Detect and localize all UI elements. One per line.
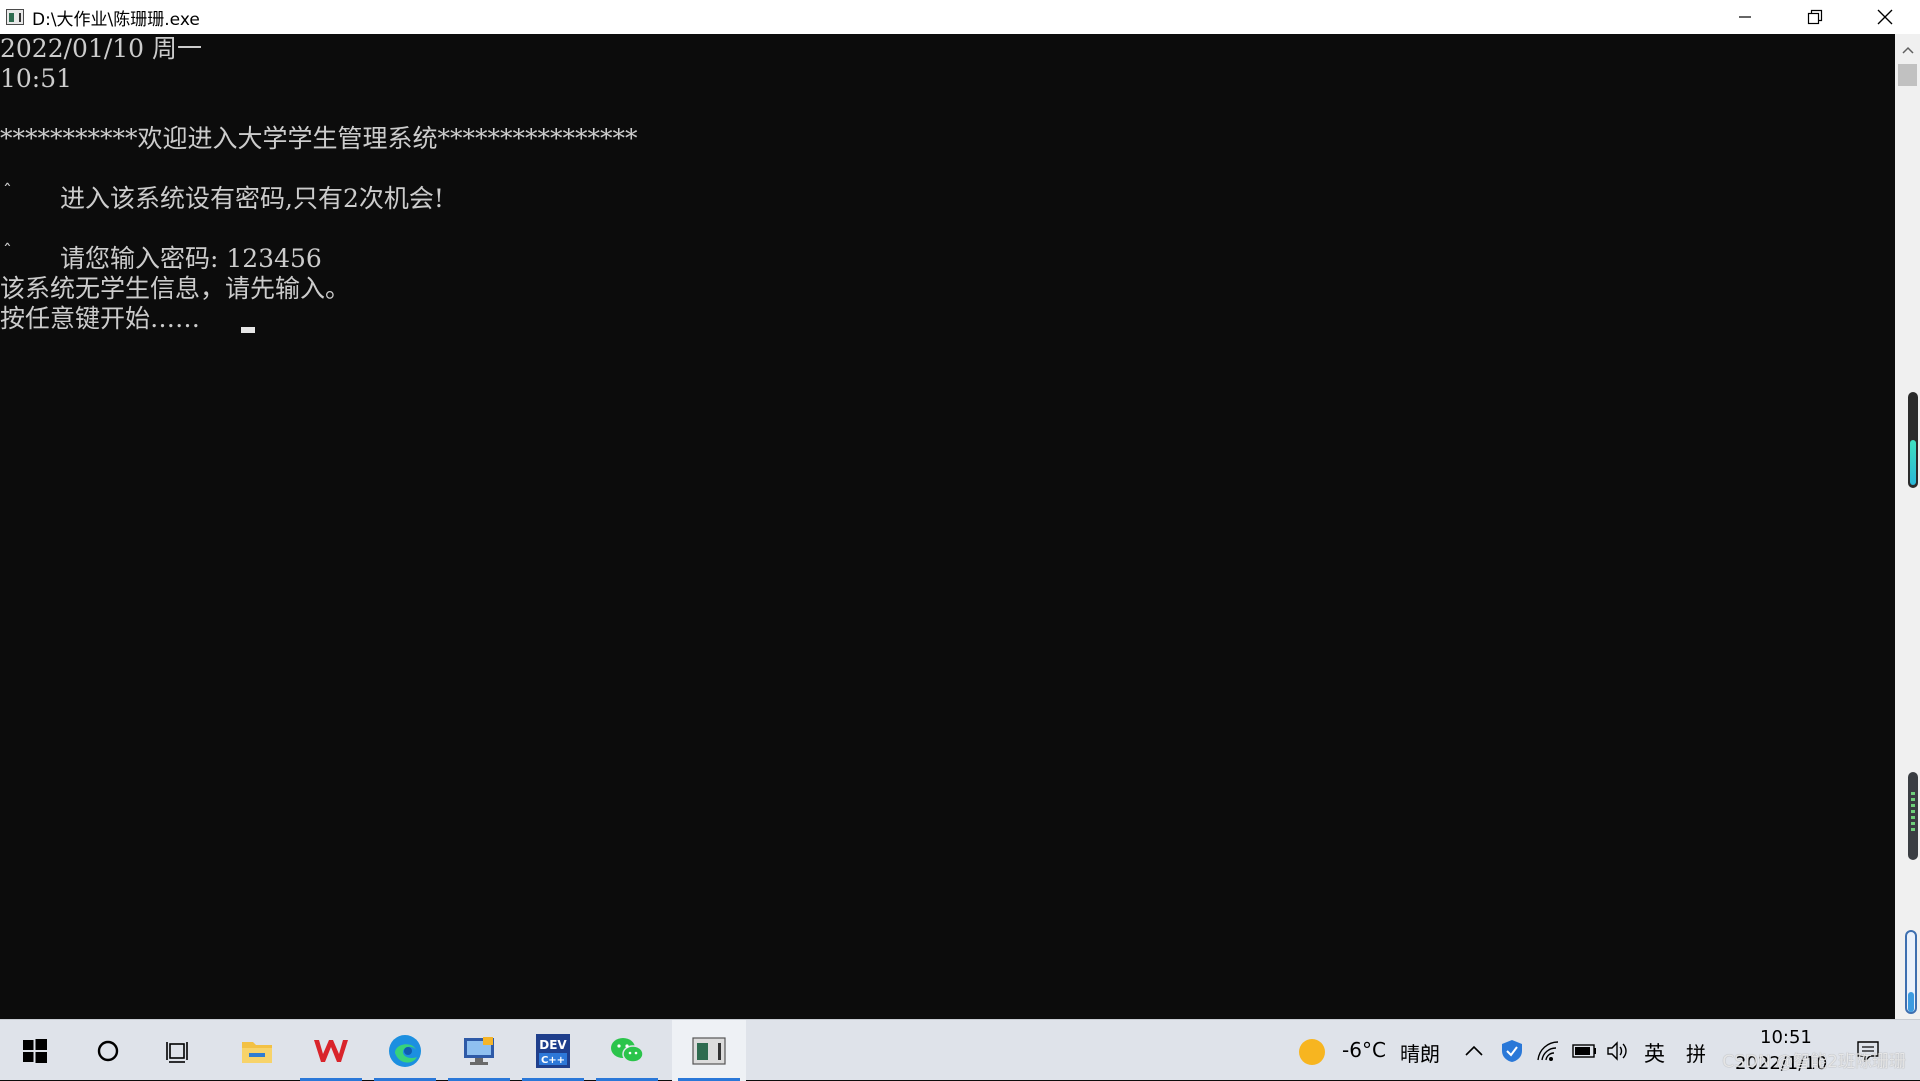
wechat-icon xyxy=(611,1037,644,1063)
console-line-welcome: ***********欢迎进入大学学生管理系统**************** xyxy=(0,124,638,153)
task-view-icon xyxy=(166,1041,188,1063)
restore-icon xyxy=(1807,9,1823,25)
text-cursor xyxy=(241,327,255,333)
close-icon xyxy=(1877,9,1893,25)
minimize-icon xyxy=(1739,16,1751,18)
taskbar-edge[interactable] xyxy=(368,1020,442,1081)
svg-text:DEV: DEV xyxy=(539,1038,567,1052)
computer-icon xyxy=(464,1036,494,1065)
battery-icon xyxy=(1572,1044,1596,1058)
console-line-press-any-key: 按任意键开始…… xyxy=(0,304,201,333)
edge-widget-bars xyxy=(1908,772,1918,860)
console-line-password-notice: 进入该系统设有密码,只有2次机会! xyxy=(60,184,444,213)
console-app-icon xyxy=(6,9,24,25)
taskbar-wechat[interactable] xyxy=(590,1020,664,1081)
show-hidden-icons-button[interactable] xyxy=(1462,1039,1486,1063)
taskbar-remote-desktop[interactable] xyxy=(442,1020,516,1081)
console-line-password-input: 请您输入密码: 123456 xyxy=(60,244,322,273)
console-line-date: 2022/01/10 周一 xyxy=(0,34,203,63)
prompt-mark: ˆ xyxy=(2,181,13,202)
prompt-mark: ˆ xyxy=(2,241,13,262)
wps-icon xyxy=(314,1039,348,1062)
weather-widget[interactable] xyxy=(1298,1038,1326,1066)
window-title: D:\大作业\陈珊珊.exe xyxy=(32,9,200,30)
taskbar-file-explorer[interactable] xyxy=(220,1020,294,1081)
thermometer-fill xyxy=(1908,992,1914,1012)
vertical-scrollbar[interactable] xyxy=(1895,34,1920,1019)
security-tray-button[interactable] xyxy=(1500,1039,1524,1063)
taskbar: DEV C++ -6°C 晴朗 英 拼 10:51 2022/1/10 xyxy=(0,1019,1920,1081)
taskbar-console-app[interactable] xyxy=(672,1020,746,1081)
wifi-icon xyxy=(1537,1041,1559,1061)
scroll-thumb[interactable] xyxy=(1898,64,1917,86)
edge-icon xyxy=(389,1034,421,1067)
thermometer-widget xyxy=(1905,930,1917,1014)
volume-tray-button[interactable] xyxy=(1606,1039,1630,1063)
restore-button[interactable] xyxy=(1780,0,1850,34)
ime-mode-indicator[interactable]: 拼 xyxy=(1686,1038,1706,1067)
console-app-icon xyxy=(692,1036,726,1065)
meter-fill xyxy=(1910,440,1916,485)
scroll-up-button[interactable] xyxy=(1895,38,1920,62)
dev-cpp-icon: DEV C++ xyxy=(536,1033,570,1068)
console-output[interactable]: 2022/01/10 周一 10:51 ***********欢迎进入大学学生管… xyxy=(0,34,1895,1019)
folder-icon xyxy=(242,1041,272,1063)
bar-meter xyxy=(1911,792,1915,832)
console-line-no-students: 该系统无学生信息，请先输入。 xyxy=(0,274,351,303)
start-button[interactable] xyxy=(0,1020,70,1081)
search-button[interactable] xyxy=(70,1020,145,1081)
svg-text:C++: C++ xyxy=(541,1055,565,1066)
chevron-up-icon xyxy=(1465,1045,1483,1056)
title-bar: D:\大作业\陈珊珊.exe xyxy=(0,0,1920,34)
taskbar-dev-cpp[interactable]: DEV C++ xyxy=(516,1020,590,1081)
edge-widget-meter xyxy=(1908,392,1918,488)
speaker-icon xyxy=(1607,1041,1627,1061)
window-controls xyxy=(1710,0,1920,34)
ime-language-indicator[interactable]: 英 xyxy=(1644,1038,1665,1068)
watermark: CSDN @智能2班陈珊珊 xyxy=(1722,1052,1906,1072)
console-line-time: 10:51 xyxy=(0,64,73,93)
windows-start-icon xyxy=(23,1038,47,1063)
network-tray-button[interactable] xyxy=(1536,1039,1560,1063)
task-view-button[interactable] xyxy=(145,1020,215,1081)
clock-time: 10:51 xyxy=(1760,1027,1812,1048)
close-button[interactable] xyxy=(1850,0,1920,34)
shield-icon xyxy=(1502,1040,1522,1062)
weather-temperature[interactable]: -6°C xyxy=(1342,1038,1386,1062)
cortana-circle-icon xyxy=(97,1040,118,1061)
weather-condition[interactable]: 晴朗 xyxy=(1400,1038,1440,1067)
minimize-button[interactable] xyxy=(1710,0,1780,34)
taskbar-wps[interactable] xyxy=(294,1020,368,1081)
sun-icon xyxy=(1299,1039,1325,1065)
battery-tray-button[interactable] xyxy=(1572,1039,1596,1063)
chevron-up-icon xyxy=(1901,46,1914,54)
